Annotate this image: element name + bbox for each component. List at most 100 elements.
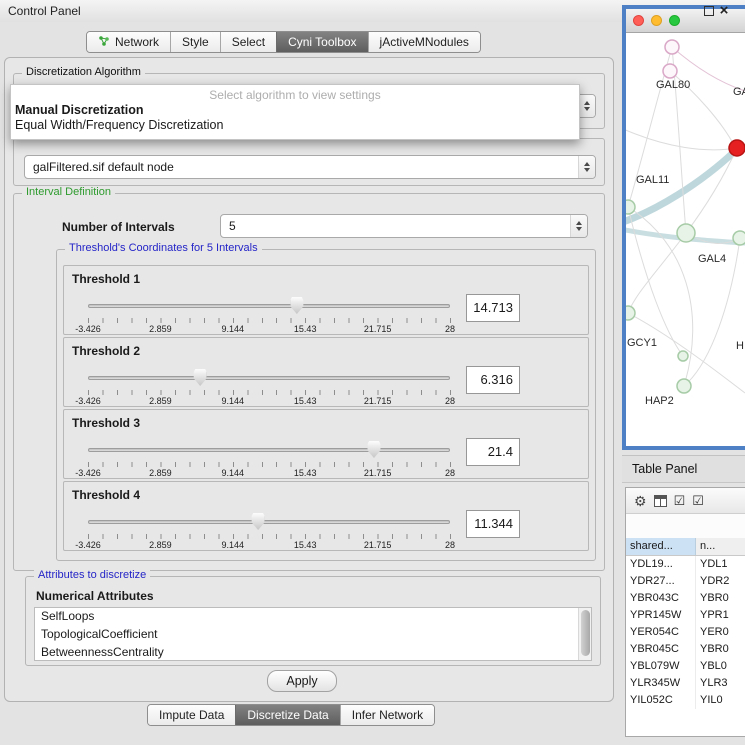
threshold-4-slider[interactable] — [88, 512, 450, 532]
tick-label: 2.859 — [149, 540, 172, 550]
float-panel-icon[interactable] — [704, 6, 714, 16]
table-row[interactable]: YIL052CYIL0 — [626, 692, 745, 709]
table-cell[interactable]: YER0 — [696, 624, 745, 641]
slider-thumb[interactable] — [290, 297, 303, 314]
slider-thumb[interactable] — [367, 441, 380, 458]
network-node[interactable] — [626, 306, 635, 320]
threshold-4-panel: Threshold 4 -3.426 2.859 9.144 15.43 21.… — [63, 481, 589, 551]
table-cell[interactable]: YLR3 — [696, 675, 745, 692]
window-zoom-button[interactable] — [669, 15, 680, 26]
threshold-2-slider[interactable] — [88, 368, 450, 388]
table-row[interactable]: YBL079WYBL0 — [626, 658, 745, 675]
table-cell[interactable]: YBL0 — [696, 658, 745, 675]
table-cell[interactable]: YPR145W — [626, 607, 696, 624]
table-cell[interactable]: YBR045C — [626, 641, 696, 658]
table-cell[interactable]: YPR1 — [696, 607, 745, 624]
table-cell[interactable]: YBR0 — [696, 590, 745, 607]
panel-title: Control Panel — [8, 4, 81, 18]
dropdown-option-equal-width[interactable]: Equal Width/Frequency Discretization — [11, 118, 579, 133]
table-panel-spacer — [626, 514, 745, 538]
table-cell[interactable]: YDR2 — [696, 573, 745, 590]
slider-track[interactable] — [88, 376, 450, 380]
table-row[interactable]: YPR145WYPR1 — [626, 607, 745, 624]
tab-discretize-data[interactable]: Discretize Data — [235, 705, 339, 725]
threshold-label: Threshold 3 — [72, 416, 140, 430]
combo-stepper-icon[interactable] — [578, 95, 595, 117]
table-cell[interactable]: YBL079W — [626, 658, 696, 675]
list-item[interactable]: TopologicalCoefficient — [35, 626, 591, 644]
tick-label: 15.43 — [294, 468, 317, 478]
threshold-4-value-field[interactable]: 11.344 — [466, 510, 520, 538]
slider-ticks — [88, 534, 451, 539]
tab-network[interactable]: Network — [87, 32, 170, 52]
network-node[interactable] — [626, 200, 635, 214]
table-cell[interactable]: YBR043C — [626, 590, 696, 607]
table-cell[interactable]: YLR345W — [626, 675, 696, 692]
tick-label: 21.715 — [364, 396, 392, 406]
slider-track[interactable] — [88, 520, 450, 524]
combo-stepper-icon[interactable] — [570, 215, 587, 237]
dropdown-option-manual[interactable]: Manual Discretization — [11, 103, 579, 118]
close-panel-icon[interactable]: × — [716, 1, 732, 20]
table-panel-toolbar: ⚙ ☑ ☑ — [626, 488, 745, 514]
network-canvas[interactable]: GAL80 GA GAL11 GAL4 GCY1 H HAP2 — [626, 33, 745, 446]
threshold-3-slider[interactable] — [88, 440, 450, 460]
network-node[interactable] — [677, 224, 695, 242]
tab-impute-data[interactable]: Impute Data — [148, 705, 235, 725]
columns-icon[interactable] — [654, 495, 667, 507]
list-item[interactable]: SelfLoops — [35, 608, 591, 626]
network-node[interactable] — [678, 351, 688, 361]
list-item[interactable]: BetweennessCentrality — [35, 644, 591, 661]
numerical-attributes-list: SelfLoops TopologicalCoefficient Between… — [34, 607, 592, 661]
tick-label: 9.144 — [222, 540, 245, 550]
tab-style[interactable]: Style — [170, 32, 220, 52]
number-of-intervals-combo[interactable]: 5 — [220, 214, 588, 238]
list-scrollbar[interactable] — [578, 608, 591, 660]
network-node[interactable] — [663, 64, 677, 78]
network-node[interactable] — [677, 379, 691, 393]
column-header-shared[interactable]: shared... — [626, 538, 696, 555]
table-row[interactable]: YBR043CYBR0 — [626, 590, 745, 607]
tab-infer-network[interactable]: Infer Network — [340, 705, 434, 725]
tab-select[interactable]: Select — [220, 32, 276, 52]
table-cell[interactable]: YDL19... — [626, 556, 696, 573]
combo-stepper-icon[interactable] — [578, 156, 595, 178]
network-node[interactable] — [733, 231, 745, 245]
column-header-name[interactable]: n... — [696, 538, 745, 555]
group-title: Discretization Algorithm — [22, 66, 145, 78]
threshold-2-value-field[interactable]: 6.316 — [466, 366, 520, 394]
network-node-selected[interactable] — [729, 140, 745, 156]
table-data-combo[interactable]: galFiltered.sif default node — [24, 155, 596, 179]
table-cell[interactable]: YIL052C — [626, 692, 696, 709]
interval-definition-group: Interval Definition Number of Intervals … — [13, 193, 605, 571]
window-close-button[interactable] — [633, 15, 644, 26]
tab-jactivemnodules[interactable]: jActiveMNodules — [368, 32, 480, 52]
table-cell[interactable]: YDR27... — [626, 573, 696, 590]
slider-track[interactable] — [88, 304, 450, 308]
tab-cyni-toolbox[interactable]: Cyni Toolbox — [276, 32, 367, 52]
tick-label: 2.859 — [149, 396, 172, 406]
slider-track[interactable] — [88, 448, 450, 452]
table-cell[interactable]: YBR0 — [696, 641, 745, 658]
table-cell[interactable]: YDL1 — [696, 556, 745, 573]
table-cell[interactable]: YIL0 — [696, 692, 745, 709]
table-row[interactable]: YBR045CYBR0 — [626, 641, 745, 658]
table-row[interactable]: YLR345WYLR3 — [626, 675, 745, 692]
threshold-3-value-field[interactable]: 21.4 — [466, 438, 520, 466]
window-minimize-button[interactable] — [651, 15, 662, 26]
gear-icon[interactable]: ⚙ — [634, 494, 647, 508]
table-row[interactable]: YDR27...YDR2 — [626, 573, 745, 590]
select-none-checkbox-icon[interactable]: ☑ — [692, 494, 704, 507]
table-cell[interactable]: YER054C — [626, 624, 696, 641]
table-row[interactable]: YER054CYER0 — [626, 624, 745, 641]
select-all-checkbox-icon[interactable]: ☑ — [674, 494, 686, 507]
slider-thumb[interactable] — [194, 369, 207, 386]
apply-button[interactable]: Apply — [267, 670, 337, 692]
network-node[interactable] — [665, 40, 679, 54]
number-of-intervals-value: 5 — [221, 219, 570, 233]
threshold-1-value-field[interactable]: 14.713 — [466, 294, 520, 322]
slider-thumb[interactable] — [252, 513, 265, 530]
threshold-1-slider[interactable] — [88, 296, 450, 316]
scrollbar-thumb[interactable] — [581, 610, 590, 656]
table-row[interactable]: YDL19...YDL1 — [626, 556, 745, 573]
